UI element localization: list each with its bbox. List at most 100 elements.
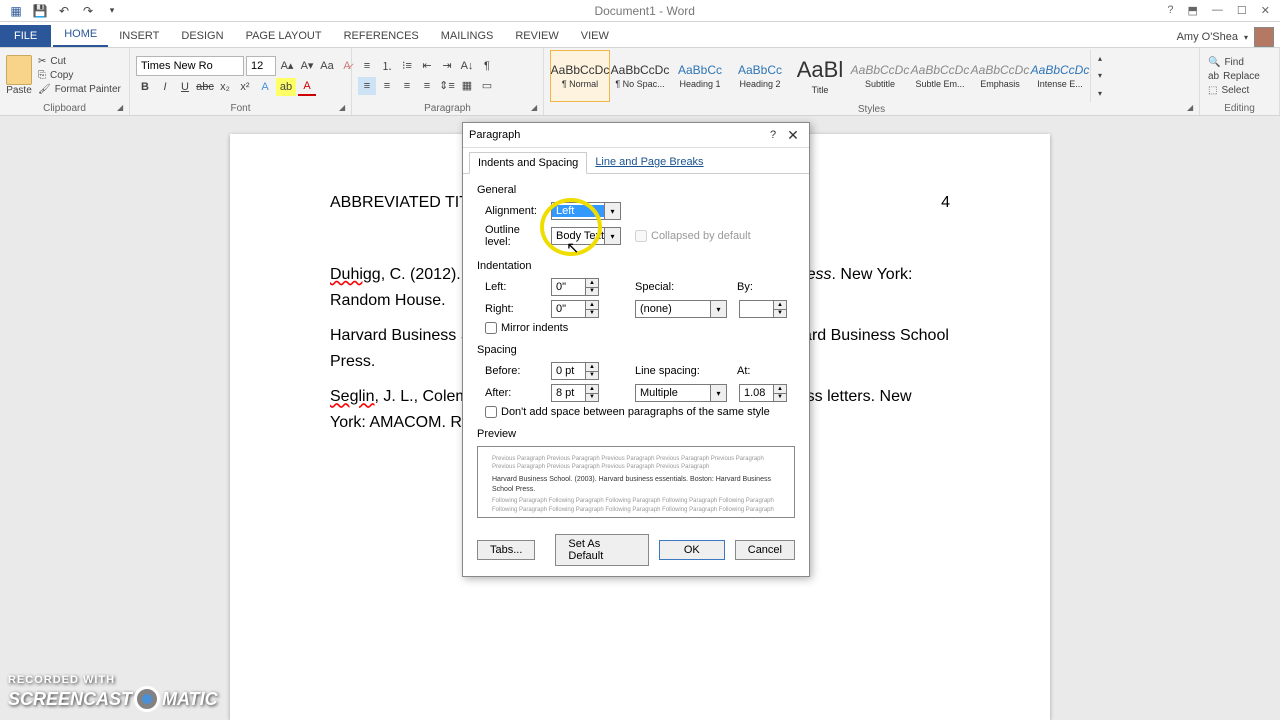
style-subtitle[interactable]: AaBbCcDcSubtitle [850,50,910,102]
align-center-icon[interactable]: ≡ [378,77,396,95]
spinner-down-icon[interactable]: ▼ [773,393,787,403]
find-button[interactable]: 🔍Find [1206,56,1262,69]
at-value[interactable] [739,384,773,402]
spinner-down-icon[interactable]: ▼ [773,309,787,319]
line-spacing-combo[interactable]: Multiple ▾ [635,384,727,402]
ok-button[interactable]: OK [659,540,725,560]
mirror-indents-checkbox[interactable] [485,322,497,334]
multilevel-icon[interactable]: ⁝≡ [398,57,416,75]
grow-font-icon[interactable]: A▴ [278,57,296,75]
decrease-indent-icon[interactable]: ⇤ [418,57,436,75]
after-spinner[interactable]: ▲▼ [551,384,599,402]
style-normal[interactable]: AaBbCcDc¶ Normal [550,50,610,102]
spinner-down-icon[interactable]: ▼ [585,309,599,319]
style-emphasis[interactable]: AaBbCcDcEmphasis [970,50,1030,102]
undo-icon[interactable]: ↶ [54,2,74,20]
tab-indents-spacing[interactable]: Indents and Spacing [469,152,587,174]
tab-review[interactable]: REVIEW [504,25,569,47]
paste-button[interactable]: Paste [6,55,32,96]
styles-down-icon[interactable]: ▾ [1091,67,1109,84]
close-icon[interactable]: ✕ [1261,4,1270,17]
underline-icon[interactable]: U [176,78,194,96]
user-dropdown-icon[interactable]: ▾ [1244,33,1248,42]
tab-insert[interactable]: INSERT [108,25,170,47]
redo-icon[interactable]: ↷ [78,2,98,20]
style-heading-2[interactable]: AaBbCcHeading 2 [730,50,790,102]
word-icon[interactable]: ▦ [6,2,26,20]
spinner-up-icon[interactable]: ▲ [585,300,599,309]
cut-button[interactable]: ✂Cut [36,55,123,68]
tabs-button[interactable]: Tabs... [477,540,535,560]
before-value[interactable] [551,362,585,380]
qat-more-icon[interactable]: ▾ [102,2,122,20]
style-heading-1[interactable]: AaBbCcHeading 1 [670,50,730,102]
tab-references[interactable]: REFERENCES [333,25,430,47]
highlight-icon[interactable]: ab [276,78,296,96]
line-spacing-icon[interactable]: ⇕≡ [438,77,456,95]
styles-more-icon[interactable]: ▾ [1091,85,1109,102]
numbering-icon[interactable]: ⒈ [378,57,396,75]
alignment-combo[interactable]: Left ▾ [551,202,621,220]
bullets-icon[interactable]: ≡ [358,57,376,75]
dialog-close-icon[interactable]: ✕ [783,126,803,144]
at-spinner[interactable]: ▲▼ [739,384,787,402]
spinner-down-icon[interactable]: ▼ [585,287,599,297]
spinner-up-icon[interactable]: ▲ [773,384,787,393]
show-marks-icon[interactable]: ¶ [478,57,496,75]
dialog-help-icon[interactable]: ? [763,126,783,144]
superscript-icon[interactable]: x² [236,78,254,96]
style-intense-e[interactable]: AaBbCcDcIntense E... [1030,50,1090,102]
align-right-icon[interactable]: ≡ [398,77,416,95]
sort-icon[interactable]: A↓ [458,57,476,75]
tab-view[interactable]: VIEW [570,25,620,47]
subscript-icon[interactable]: x₂ [216,78,234,96]
increase-indent-icon[interactable]: ⇥ [438,57,456,75]
borders-icon[interactable]: ▭ [478,77,496,95]
before-spinner[interactable]: ▲▼ [551,362,599,380]
set-default-button[interactable]: Set As Default [555,534,648,566]
spinner-up-icon[interactable]: ▲ [773,300,787,309]
paragraph-launcher-icon[interactable]: ◢ [531,103,541,113]
indent-left-value[interactable] [551,278,585,296]
text-effects-icon[interactable]: A [256,78,274,96]
font-name-combo[interactable] [136,56,244,76]
tab-mailings[interactable]: MAILINGS [430,25,505,47]
change-case-icon[interactable]: Aa [318,57,336,75]
shading-icon[interactable]: ▦ [458,77,476,95]
replace-button[interactable]: abReplace [1206,70,1262,83]
minimize-icon[interactable]: — [1212,4,1223,17]
spinner-down-icon[interactable]: ▼ [585,393,599,403]
tab-line-page-breaks[interactable]: Line and Page Breaks [587,152,711,173]
font-launcher-icon[interactable]: ◢ [339,103,349,113]
clipboard-launcher-icon[interactable]: ◢ [117,103,127,113]
indent-right-value[interactable] [551,300,585,318]
avatar[interactable] [1254,27,1274,47]
tab-design[interactable]: DESIGN [170,25,234,47]
by-spinner[interactable]: ▲▼ [739,300,787,318]
spinner-up-icon[interactable]: ▲ [585,362,599,371]
font-color-icon[interactable]: A [298,78,316,96]
user-name[interactable]: Amy O'Shea [1177,31,1238,43]
spinner-up-icon[interactable]: ▲ [585,278,599,287]
outline-level-combo[interactable]: Body Text ▾ [551,227,621,245]
align-left-icon[interactable]: ≡ [358,77,376,95]
spinner-down-icon[interactable]: ▼ [585,371,599,381]
styles-launcher-icon[interactable]: ◢ [1187,103,1197,113]
help-icon[interactable]: ? [1167,4,1173,17]
format-painter-button[interactable]: 🖌Format Painter [36,83,123,96]
tab-page-layout[interactable]: PAGE LAYOUT [235,25,333,47]
ribbon-display-icon[interactable]: ⬒ [1188,4,1198,17]
strike-icon[interactable]: abc [196,78,214,96]
style-subtle-em[interactable]: AaBbCcDcSubtle Em... [910,50,970,102]
shrink-font-icon[interactable]: A▾ [298,57,316,75]
font-size-combo[interactable] [246,56,276,76]
justify-icon[interactable]: ≡ [418,77,436,95]
special-combo[interactable]: (none) ▾ [635,300,727,318]
italic-icon[interactable]: I [156,78,174,96]
cancel-button[interactable]: Cancel [735,540,795,560]
dont-add-space-checkbox[interactable] [485,406,497,418]
by-value[interactable] [739,300,773,318]
styles-up-icon[interactable]: ▴ [1091,50,1109,67]
select-button[interactable]: ⬚Select [1206,84,1262,97]
save-icon[interactable]: 💾 [30,2,50,20]
